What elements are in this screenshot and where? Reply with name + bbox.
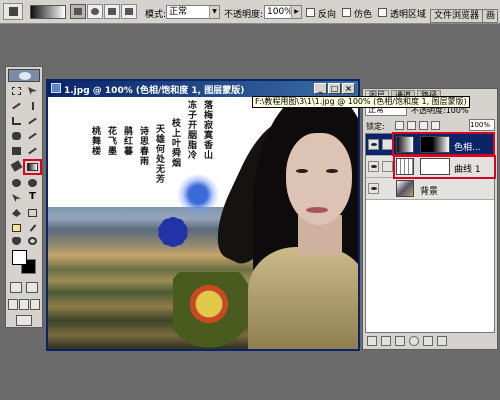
fill-field[interactable]: 100% <box>469 119 495 131</box>
magic-wand-tool-icon[interactable] <box>26 100 40 113</box>
gradient-tool-icon[interactable] <box>23 159 42 175</box>
reflected-gradient-button[interactable] <box>121 4 137 19</box>
layer-name: 背景 <box>420 187 439 197</box>
left-eye <box>296 169 308 173</box>
quick-mask-icon[interactable] <box>26 282 38 293</box>
right-eye <box>326 169 338 173</box>
pen-tool-icon[interactable] <box>10 207 24 220</box>
brushes-tab[interactable]: 画笔 <box>482 9 498 23</box>
lock-all-icon[interactable] <box>431 121 440 130</box>
opacity-value: 100% <box>267 7 293 17</box>
file-browser-tab[interactable]: 文件浏览器 <box>430 9 484 23</box>
eraser-tool-icon[interactable] <box>10 160 24 173</box>
opacity-label: 不透明度: <box>224 10 264 20</box>
lasso-tool-icon[interactable] <box>10 100 24 113</box>
angle-gradient-button[interactable] <box>104 4 120 19</box>
lock-label: 锁定: <box>366 122 385 131</box>
calligraphy-column: 花飞墨 <box>108 127 118 157</box>
mode-value: 正常 <box>169 7 188 17</box>
reverse-checkbox[interactable] <box>306 8 315 17</box>
transparency-label: 透明区域 <box>390 10 427 20</box>
lips <box>306 207 328 213</box>
brush-tool-icon[interactable] <box>26 130 40 143</box>
foreground-color-swatch[interactable] <box>12 250 27 265</box>
lock-position-icon[interactable] <box>419 121 428 130</box>
calligraphy-column: 鹃红暮 <box>124 127 134 157</box>
marquee-tool-icon[interactable] <box>10 85 24 98</box>
slice-tool-icon[interactable] <box>26 115 40 128</box>
reverse-label: 反向 <box>318 10 337 20</box>
lock-transparency-icon[interactable] <box>395 121 404 130</box>
link-icon[interactable] <box>382 161 393 172</box>
layer-row-background[interactable]: 背景 <box>366 178 494 200</box>
jump-to-imageready-icon[interactable] <box>16 315 32 326</box>
blue-flower <box>148 207 198 257</box>
standard-screen-icon[interactable] <box>8 299 18 310</box>
options-bar: 模式: 正常 ▼ 不透明度: 100% ▶ 反向 仿色 透明区域 文件浏览器 画… <box>0 0 500 24</box>
curves-layer-highlight <box>393 155 496 179</box>
history-brush-tool-icon[interactable] <box>26 145 40 158</box>
layers-bottom-bar <box>365 335 495 349</box>
layer-style-icon[interactable] <box>367 336 377 346</box>
hand-tool-icon[interactable] <box>10 235 24 248</box>
mode-label: 模式: <box>145 10 167 20</box>
close-button[interactable]: × <box>342 83 355 94</box>
healing-brush-tool-icon[interactable] <box>10 130 24 143</box>
calligraphy-column: 天雄何处无芳 <box>156 125 166 185</box>
crop-tool-icon[interactable] <box>10 115 24 128</box>
path-selection-tool-icon[interactable] <box>10 192 24 205</box>
mode-select[interactable]: 正常 ▼ <box>166 5 220 19</box>
calligraphy-column: 枝上叶舜烟 <box>172 119 182 169</box>
document-title: 1.jpg @ 100% (色相/饱和度 1, 图层蒙版) <box>64 86 245 96</box>
photoshop-logo-icon[interactable] <box>8 69 40 82</box>
eye-icon[interactable] <box>368 183 379 194</box>
new-layer-icon[interactable] <box>423 336 433 346</box>
zoom-tool-icon[interactable] <box>26 235 40 248</box>
move-tool-icon[interactable] <box>26 85 40 98</box>
add-mask-icon[interactable] <box>381 336 391 346</box>
shape-tool-icon[interactable] <box>26 207 40 220</box>
full-screen-menu-icon[interactable] <box>19 299 29 310</box>
adjustment-layer-highlight <box>392 132 495 156</box>
background-thumbnail <box>396 180 414 197</box>
blur-tool-icon[interactable] <box>10 177 24 190</box>
document-window: 1.jpg @ 100% (色相/饱和度 1, 图层蒙版) _ □ × 落梅寂寞… <box>46 79 360 351</box>
linear-gradient-button[interactable] <box>70 4 86 19</box>
trash-icon[interactable] <box>437 336 447 346</box>
type-tool-icon[interactable]: T <box>26 191 40 205</box>
notes-tool-icon[interactable] <box>10 222 24 235</box>
full-screen-icon[interactable] <box>30 299 40 310</box>
eyedropper-tool-icon[interactable] <box>26 222 40 235</box>
minimize-button[interactable]: _ <box>314 83 327 94</box>
document-icon <box>51 83 61 93</box>
chevron-down-icon: ▼ <box>209 6 219 18</box>
tool-preset-picker[interactable] <box>3 3 23 20</box>
woman-body <box>248 247 358 349</box>
dodge-tool-icon[interactable] <box>26 177 40 190</box>
calligraphy-column: 桃舞楼 <box>92 127 102 157</box>
opacity-field[interactable]: 100% ▶ <box>264 5 302 19</box>
document-title-bar[interactable]: 1.jpg @ 100% (色相/饱和度 1, 图层蒙版) _ □ × <box>48 81 358 97</box>
dither-checkbox[interactable] <box>342 8 351 17</box>
calligraphy-column: 冻子开胭脂冷 <box>188 101 198 161</box>
gradient-preview[interactable] <box>30 5 66 19</box>
standard-mode-icon[interactable] <box>10 282 22 293</box>
document-path-tooltip: F:\教程用图\3\1\1.jpg @ 100% (色相/饱和度 1, 图层蒙版… <box>252 96 470 108</box>
transparency-checkbox[interactable] <box>378 8 387 17</box>
layers-palette: 图层 通道 路径 正常 不透明度:100% 锁定: 100% 色相... 曲线 … <box>362 88 498 350</box>
dither-label: 仿色 <box>354 10 373 20</box>
calligraphy-column: 诗思春雨 <box>140 127 150 167</box>
calligraphy-column: 落梅寂寞香山 <box>204 101 214 161</box>
eye-icon[interactable] <box>368 161 379 172</box>
new-adjustment-layer-icon[interactable] <box>409 336 419 346</box>
toolbox: T <box>5 66 43 328</box>
chevron-right-icon: ▶ <box>291 6 301 18</box>
lock-pixels-icon[interactable] <box>407 121 416 130</box>
clone-stamp-tool-icon[interactable] <box>10 145 24 158</box>
eye-icon[interactable] <box>368 139 379 150</box>
new-set-icon[interactable] <box>395 336 405 346</box>
maximize-button[interactable]: □ <box>328 83 341 94</box>
image-canvas[interactable]: 落梅寂寞香山 冻子开胭脂冷 枝上叶舜烟 天雄何处无芳 诗思春雨 鹃红暮 花飞墨 … <box>48 97 358 349</box>
radial-gradient-button[interactable] <box>87 4 103 19</box>
